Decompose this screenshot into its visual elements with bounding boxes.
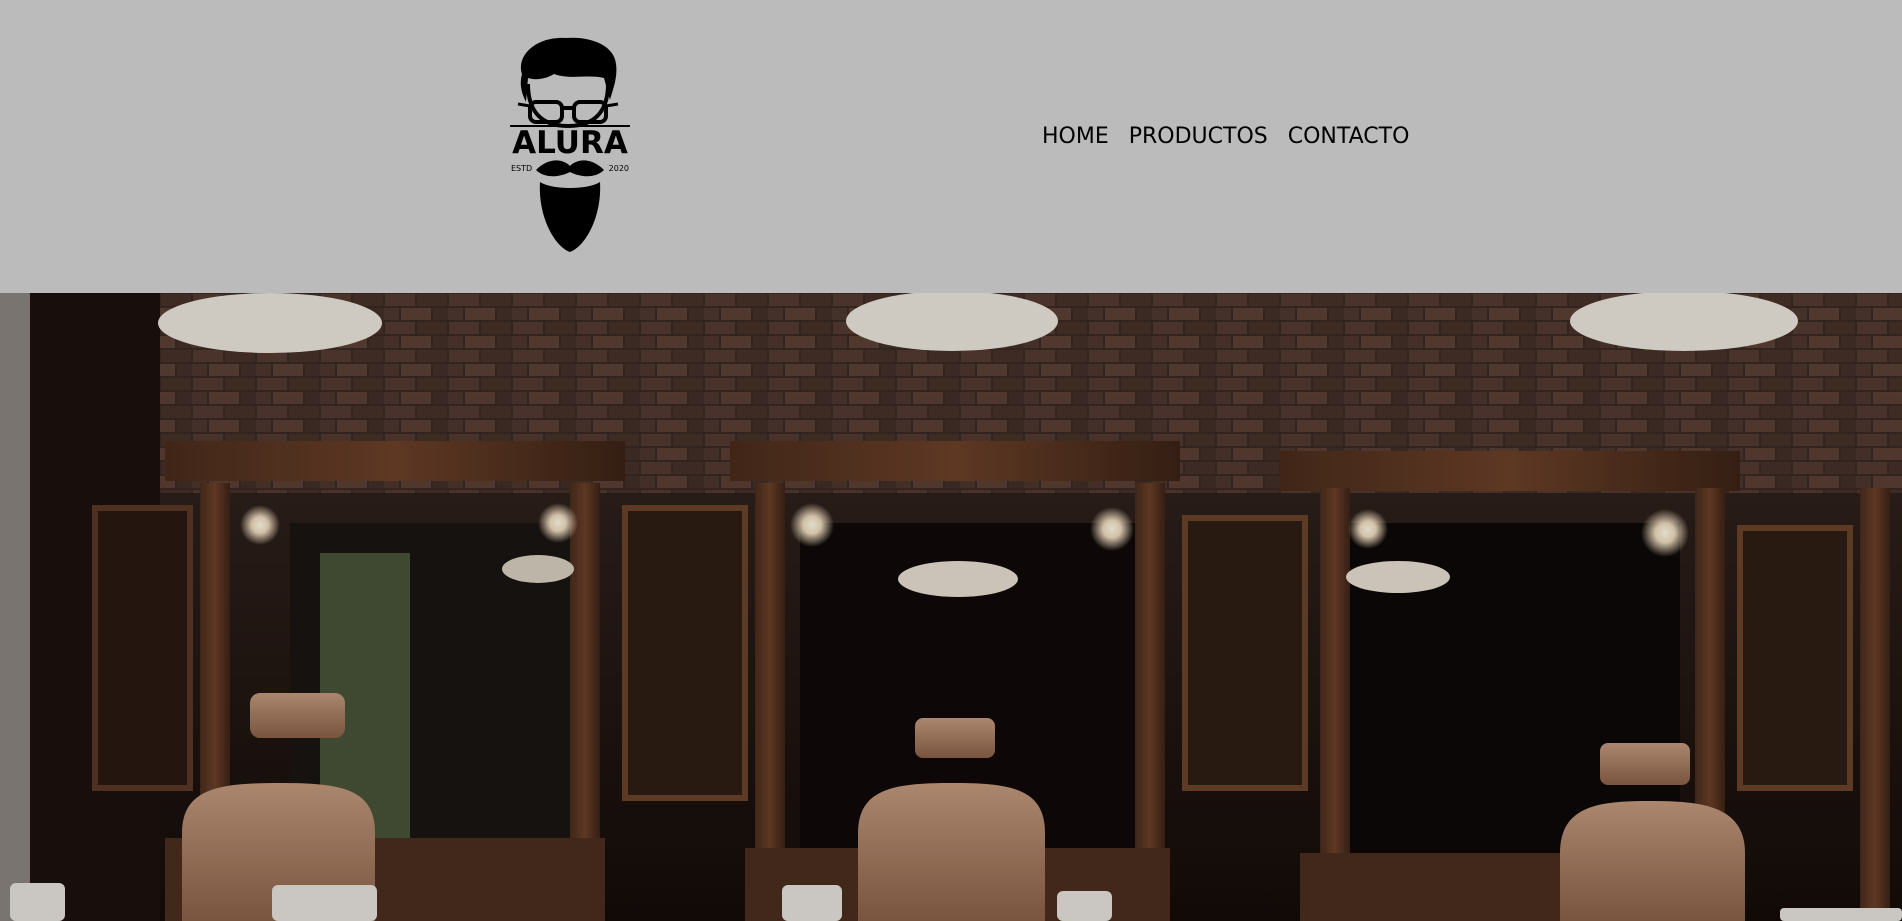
main-nav: HOME PRODUCTOS CONTACTO [1042, 124, 1409, 149]
logo-brand-text: ALURA [512, 125, 628, 161]
logo-estd-text: ESTD [511, 164, 533, 173]
barbershop-interior-image [0, 293, 1902, 921]
nav-item-home[interactable]: HOME [1042, 124, 1109, 149]
nav-item-productos[interactable]: PRODUCTOS [1129, 124, 1268, 149]
hero-banner [0, 293, 1902, 921]
nav-item-contacto[interactable]: CONTACTO [1288, 124, 1410, 149]
logo-year-text: 2020 [608, 164, 629, 173]
site-logo[interactable]: ALURA ESTD 2020 [508, 34, 632, 254]
site-header: ALURA ESTD 2020 HOME PRODUCTOS CONTACTO [0, 0, 1902, 293]
